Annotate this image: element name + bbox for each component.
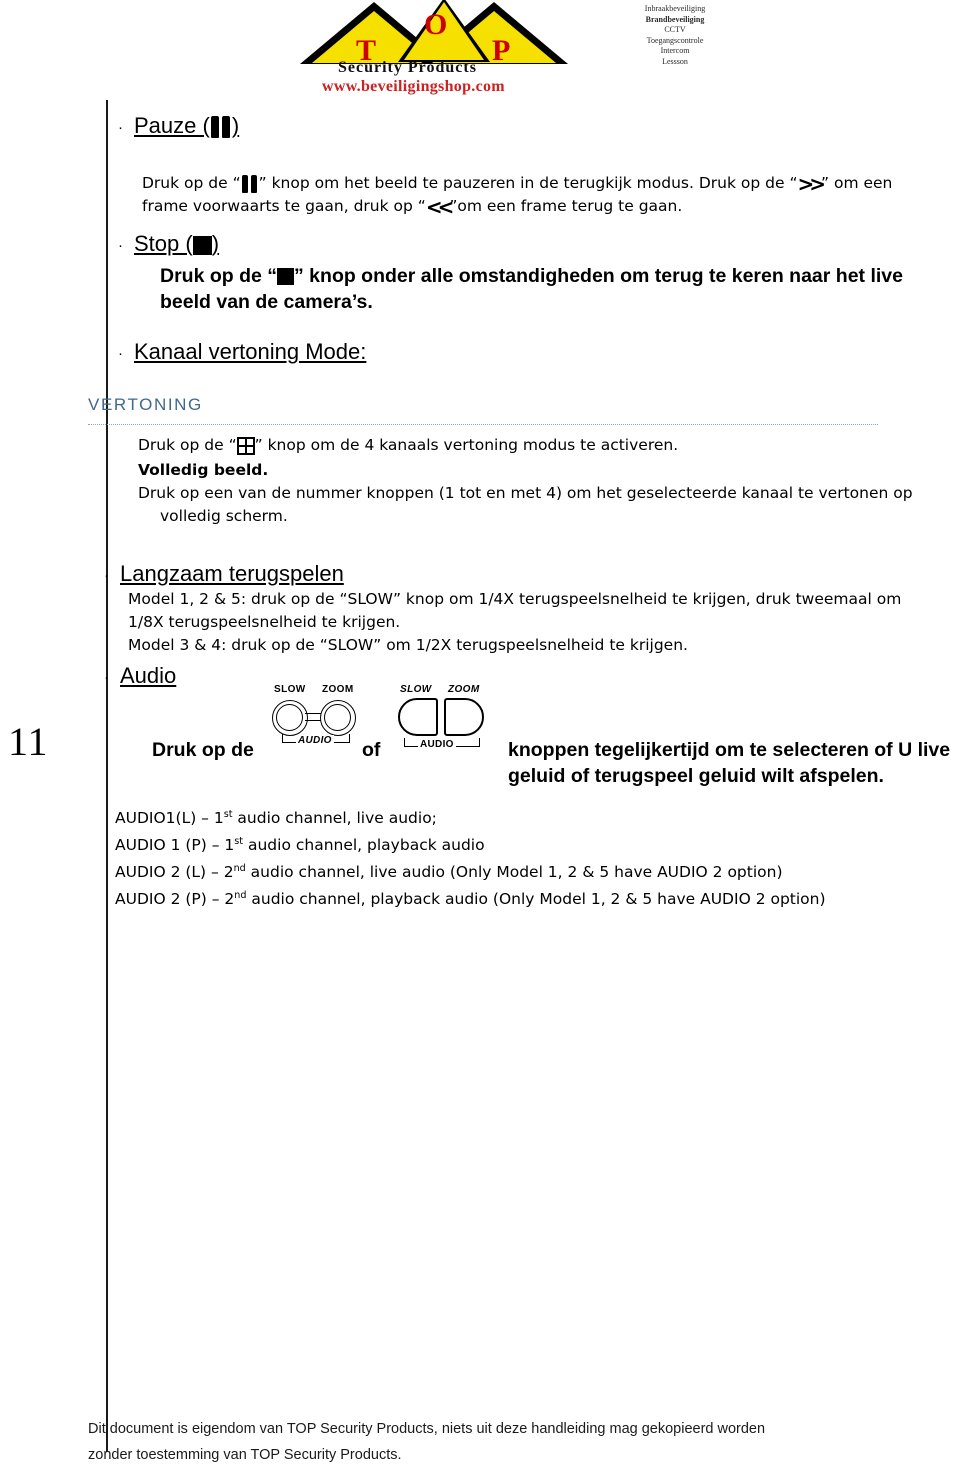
- diagram-a-slow-label: SLOW: [274, 684, 306, 695]
- logo-letter-o: O: [424, 8, 448, 41]
- vertoning-text-2: ” knop om de 4 kanaals vertoning modus t…: [254, 436, 679, 454]
- bullet-marker: ·: [118, 344, 123, 362]
- bullet-marker: ·: [118, 236, 123, 254]
- channel-name: AUDIO 1 (P): [115, 836, 207, 855]
- slow-button-round-icon: [272, 700, 308, 736]
- bullet-marker: ·: [104, 668, 109, 686]
- pauze-text-1: Druk op de “: [142, 174, 241, 192]
- channel-ordinal-suffix: st: [234, 836, 244, 848]
- button-bridge-connector: [305, 713, 321, 721]
- heading-kanaal-label: Kanaal vertoning Mode:: [134, 339, 367, 364]
- zoom-button-round-icon: [320, 700, 356, 736]
- zoom-button-dshape-icon: [444, 698, 484, 736]
- channel-name: AUDIO1(L): [115, 809, 197, 828]
- diagram-b-audio-label: AUDIO: [418, 739, 456, 750]
- audio-button-diagram-round: SLOW ZOOM AUDIO: [272, 684, 372, 750]
- page-number: 11: [8, 719, 49, 764]
- left-margin-rule: [106, 100, 108, 1452]
- section-label-vertoning: VERTONING: [88, 395, 203, 414]
- heading-kanaal-vertoning-mode: · Kanaal vertoning Mode:: [118, 339, 366, 365]
- channel-ordinal-suffix: nd: [234, 890, 247, 902]
- audio-channel-list: AUDIO1(L) – 1st audio channel, live audi…: [115, 803, 915, 912]
- channel-dash: – 2: [206, 890, 235, 909]
- diagram-b-slow-label: SLOW: [400, 684, 432, 695]
- service-item: CCTV: [664, 25, 686, 34]
- quad-view-icon: [236, 436, 255, 455]
- audio-channel-row: AUDIO1(L) – 1st audio channel, live audi…: [115, 803, 915, 830]
- page-header-logo-band: T O P Security Products www.beveiligings…: [0, 0, 960, 100]
- heading-pauze-close: ): [231, 113, 240, 138]
- heading-stop: · Stop (): [118, 231, 219, 257]
- service-item: Toegangscontrole: [646, 35, 704, 45]
- vertoning-text-1: Druk op de “: [138, 436, 237, 454]
- logo-services-list: Inbraakbeveiliging Brandbeveiliging CCTV…: [600, 4, 750, 67]
- pauze-text-2: ” knop om het beeld te pauzeren in de te…: [258, 174, 798, 192]
- pauze-text-4: ”om een frame terug te gaan.: [449, 197, 683, 215]
- logo-company-name: Security Products: [338, 59, 477, 76]
- service-item: Inbraakbeveiliging: [644, 4, 706, 13]
- stop-text-1: Druk op de “: [160, 265, 278, 287]
- stop-icon: [277, 268, 295, 286]
- audio-channel-row: AUDIO 2 (P) – 2nd audio channel, playbac…: [115, 884, 915, 911]
- channel-dash: – 1: [196, 809, 224, 828]
- service-item: Lessson: [662, 56, 688, 66]
- stop-icon: [192, 235, 212, 255]
- heading-langzaam-label: Langzaam terugspelen: [120, 561, 344, 586]
- page-footer: Dit document is eigendom van TOP Securit…: [88, 1416, 908, 1468]
- audio-channel-row: AUDIO 2 (L) – 2nd audio channel, live au…: [115, 857, 915, 884]
- channel-ordinal-suffix: nd: [233, 863, 246, 875]
- channel-dash: – 2: [206, 863, 234, 882]
- rewind-icon: <<: [425, 194, 454, 219]
- top-security-logo: T O P Security Products www.beveiligings…: [300, 0, 570, 95]
- audio-channel-row: AUDIO 1 (P) – 1st audio channel, playbac…: [115, 830, 915, 857]
- footer-line-1: Dit document is eigendom van TOP Securit…: [88, 1421, 766, 1437]
- diagram-a-zoom-label: ZOOM: [322, 684, 354, 695]
- paragraph-pauze: Druk op de “ ” knop om het beeld te pauze…: [142, 172, 922, 218]
- heading-stop-label: Stop (: [134, 231, 193, 256]
- service-item: Intercom: [660, 46, 690, 55]
- heading-langzaam-terugspelen: · Langzaam terugspelen: [104, 561, 344, 587]
- channel-dash: – 1: [206, 836, 235, 855]
- bullet-marker: ·: [118, 118, 123, 136]
- langzaam-line-1: Model 1, 2 & 5: druk op de “SLOW” knop o…: [128, 590, 902, 631]
- diagram-a-audio-label: AUDIO: [296, 735, 334, 746]
- paragraph-stop: Druk op de “” knop onder alle omstandigh…: [160, 263, 950, 315]
- paragraph-vertoning-2: Druk op een van de nummer knoppen (1 tot…: [138, 484, 913, 525]
- channel-desc: audio channel, live audio (Only Model 1,…: [245, 863, 783, 882]
- service-item: Brandbeveiliging: [645, 14, 705, 24]
- audio-button-diagram-dshape: SLOW ZOOM AUDIO: [398, 684, 502, 750]
- heading-audio-label: Audio: [120, 663, 177, 688]
- paragraph-vertoning-1: Druk op de “ ” knop om de 4 kanaals verto…: [138, 434, 928, 457]
- pause-icon: [210, 116, 232, 139]
- heading-pauze-label: Pauze (: [134, 113, 210, 138]
- heading-pauze: · Pauze (): [118, 113, 239, 139]
- audio-bold-text-of: of: [362, 739, 381, 761]
- audio-bold-text-1: Druk op de: [152, 739, 254, 761]
- langzaam-line-2: Model 3 & 4: druk op de “SLOW” om 1/2X t…: [128, 636, 688, 654]
- audio-bold-text-2: knoppen tegelijkertijd om te selecteren …: [508, 739, 951, 787]
- diagram-b-zoom-label: ZOOM: [448, 684, 480, 695]
- logo-letter-p: P: [492, 34, 511, 67]
- channel-desc: audio channel, live audio;: [232, 809, 437, 828]
- vertoning-bold-line: Volledig beeld.: [138, 461, 269, 479]
- heading-stop-close: ): [211, 231, 220, 256]
- bullet-marker: ·: [104, 566, 109, 584]
- channel-name: AUDIO 2 (P): [115, 890, 207, 909]
- logo-website-url: www.beveiligingshop.com: [322, 78, 505, 95]
- pause-icon: [241, 174, 259, 193]
- slow-button-dshape-icon: [398, 698, 438, 736]
- channel-desc: audio channel, playback audio: [243, 836, 485, 855]
- fast-forward-icon: >>: [797, 171, 825, 196]
- footer-line-2: zonder toestemming van TOP Security Prod…: [88, 1447, 402, 1463]
- heading-audio: · Audio: [104, 663, 176, 689]
- channel-desc: audio channel, playback audio (Only Mode…: [246, 890, 826, 909]
- channel-name: AUDIO 2 (L): [115, 863, 207, 882]
- section-divider-dotted: [88, 424, 878, 425]
